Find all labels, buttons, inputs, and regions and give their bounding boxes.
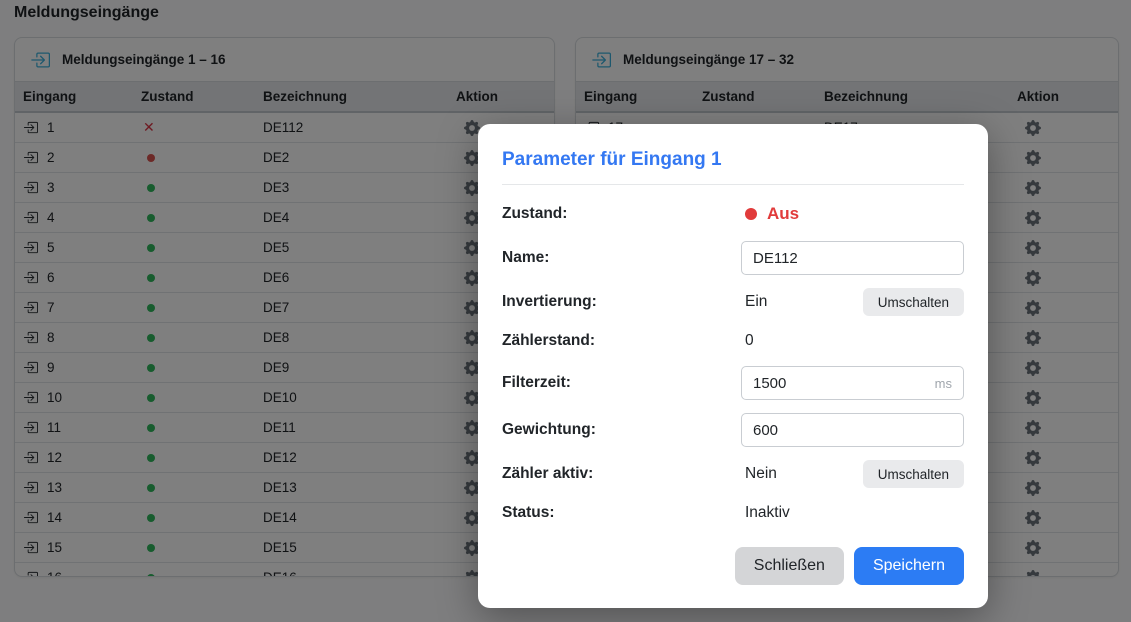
dialog-row: Invertierung: Ein Umschalten — [502, 288, 964, 316]
parameter-dialog: Parameter für Eingang 1 Zustand: Aus Nam… — [478, 124, 988, 608]
divider — [502, 184, 964, 185]
dialog-row: Zählerstand: 0 — [502, 329, 964, 353]
dialog-row: Filterzeit: ms — [502, 366, 964, 400]
dialog-title: Parameter für Eingang 1 — [502, 148, 964, 171]
save-button[interactable]: Speichern — [854, 547, 964, 585]
toggle-button[interactable]: Umschalten — [863, 288, 964, 316]
field-label: Zustand: — [502, 205, 741, 223]
name-field[interactable] — [741, 241, 964, 275]
state-off-dot — [745, 208, 757, 220]
field-label: Status: — [502, 504, 741, 522]
toggle-button[interactable]: Umschalten — [863, 460, 964, 488]
dialog-row: Zähler aktiv: Nein Umschalten — [502, 460, 964, 488]
field-value: Inaktiv — [741, 504, 790, 522]
unit-suffix: ms — [935, 376, 952, 391]
field-label: Name: — [502, 249, 741, 267]
toggle-value: Ein — [741, 293, 767, 311]
dialog-row: Status: Inaktiv — [502, 501, 964, 525]
field-label: Filterzeit: — [502, 374, 741, 392]
field-label: Zählerstand: — [502, 332, 741, 350]
state-value: Aus — [767, 204, 799, 224]
filterzeit-field[interactable] — [741, 366, 964, 400]
dialog-body: Zustand: Aus Name: Invertierung: Ein Umsc… — [502, 200, 964, 525]
field-value: 0 — [741, 332, 754, 350]
toggle-value: Nein — [741, 465, 777, 483]
dialog-footer: Schließen Speichern — [502, 547, 964, 585]
gewichtung-field[interactable] — [741, 413, 964, 447]
field-label: Invertierung: — [502, 293, 741, 311]
dialog-row: Name: — [502, 241, 964, 275]
field-label: Gewichtung: — [502, 421, 741, 439]
field-label: Zähler aktiv: — [502, 465, 741, 483]
dialog-row: Zustand: Aus — [502, 200, 964, 228]
close-button[interactable]: Schließen — [735, 547, 844, 585]
dialog-row: Gewichtung: — [502, 413, 964, 447]
